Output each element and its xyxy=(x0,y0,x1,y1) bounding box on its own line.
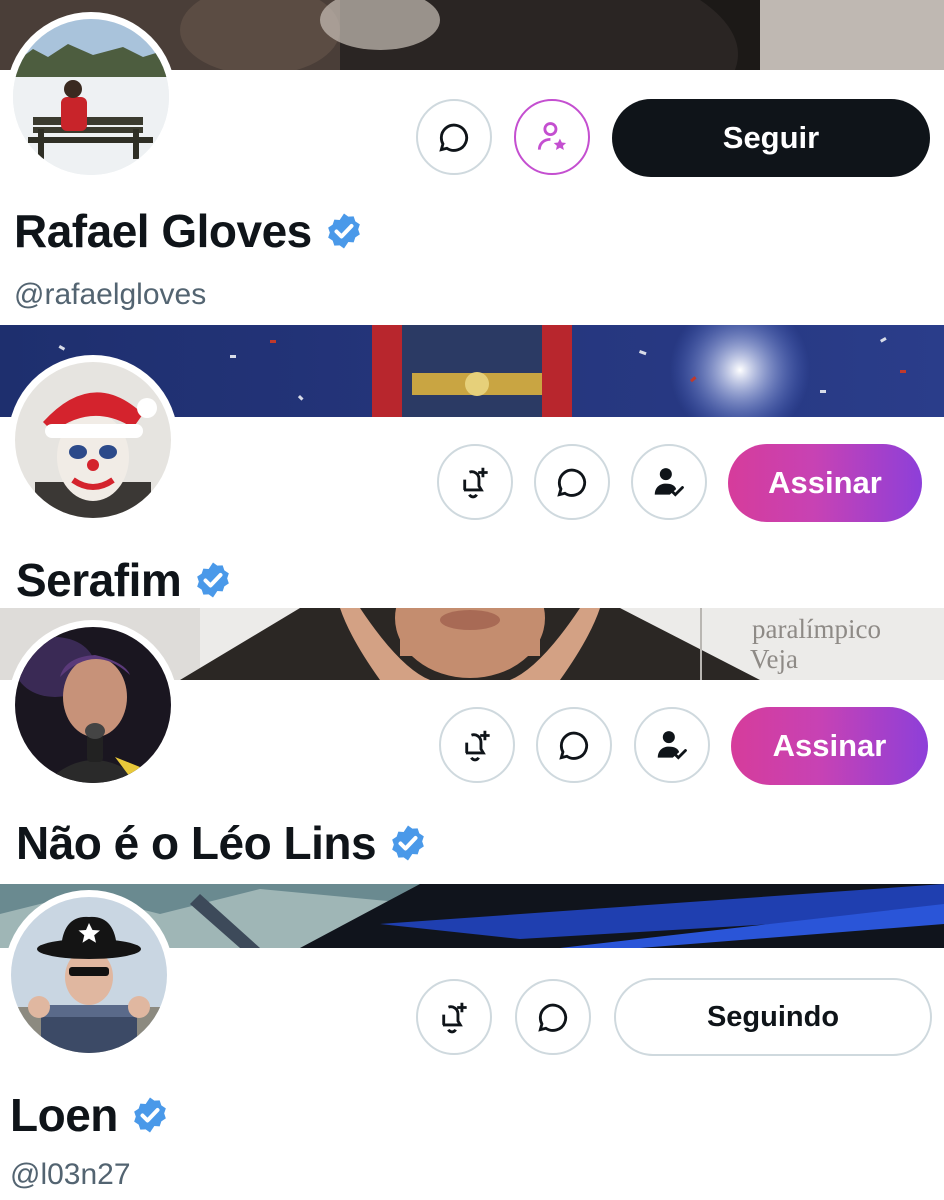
avatar[interactable] xyxy=(8,355,178,525)
notification-add-button[interactable] xyxy=(437,444,513,520)
follows-you-icon xyxy=(657,731,687,760)
message-icon xyxy=(557,468,587,497)
display-name-text: Serafim xyxy=(16,554,182,606)
notification-add-button[interactable] xyxy=(416,979,492,1055)
verified-badge-icon xyxy=(134,1097,166,1133)
avatar[interactable] xyxy=(4,890,174,1060)
display-name: Rafael Gloves xyxy=(14,204,364,258)
verified-badge-icon xyxy=(197,562,230,598)
message-button[interactable] xyxy=(536,707,612,783)
follow-button[interactable]: Seguir xyxy=(612,99,930,177)
follows-you-button[interactable] xyxy=(634,707,710,783)
subscribe-button[interactable]: Assinar xyxy=(728,444,922,522)
banner-caption-line: paralímpico xyxy=(752,614,881,644)
subscriptions-button[interactable] xyxy=(514,99,590,175)
banner-caption-line: Veja xyxy=(750,644,798,674)
follows-you-icon xyxy=(654,468,684,497)
profile-card-rafael: Seguir Rafael Gloves @rafaelgloves xyxy=(0,0,944,325)
message-icon xyxy=(439,123,469,152)
message-icon xyxy=(538,1003,568,1032)
display-name-text: Loen xyxy=(10,1089,118,1141)
display-name-text: Não é o Léo Lins xyxy=(16,817,377,869)
following-button[interactable]: Seguindo xyxy=(614,978,932,1056)
follows-you-button[interactable] xyxy=(631,444,707,520)
message-button[interactable] xyxy=(515,979,591,1055)
profile-card-loen: Seguindo Loen @l03n27 xyxy=(0,884,944,1200)
handle: @rafaelgloves xyxy=(14,278,207,311)
subscriptions-icon xyxy=(537,122,567,150)
message-button[interactable] xyxy=(534,444,610,520)
display-name: Loen xyxy=(10,1088,170,1142)
notification-add-icon xyxy=(442,1002,467,1034)
verified-badge-icon xyxy=(392,825,424,861)
display-name: Não é o Léo Lins xyxy=(16,816,428,870)
display-name: Serafim xyxy=(16,553,233,607)
banner-caption: paralímpico Veja xyxy=(750,614,881,674)
message-button[interactable] xyxy=(416,99,492,175)
notification-add-icon xyxy=(463,467,488,499)
profile-card-serafim: Assinar Serafim xyxy=(0,325,944,608)
subscribe-button[interactable]: Assinar xyxy=(731,707,928,785)
message-icon xyxy=(559,731,589,760)
handle: @l03n27 xyxy=(10,1158,131,1191)
avatar[interactable] xyxy=(8,620,178,790)
notification-add-icon xyxy=(465,730,490,762)
display-name-text: Rafael Gloves xyxy=(14,205,312,257)
avatar[interactable] xyxy=(6,12,176,182)
notification-add-button[interactable] xyxy=(439,707,515,783)
profile-card-leo: paralímpico Veja Assinar Não é o Léo Lin… xyxy=(0,608,944,884)
verified-badge-icon xyxy=(327,213,360,249)
